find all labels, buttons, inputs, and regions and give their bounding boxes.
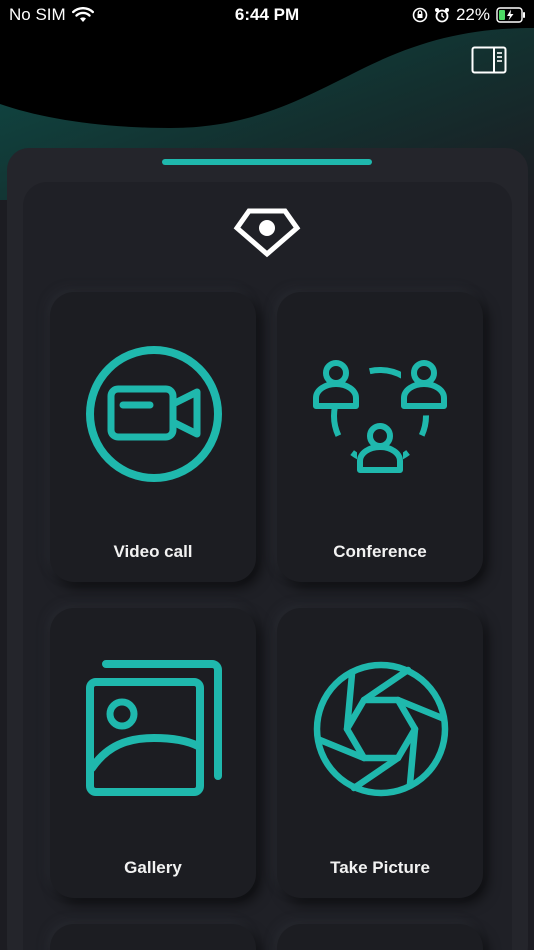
status-bar: No SIM 6:44 PM 22% [0, 0, 534, 30]
take-picture-tile[interactable]: Take Picture [277, 608, 483, 898]
conference-tile[interactable]: Conference [277, 292, 483, 582]
camera-aperture-icon [313, 661, 449, 797]
screen: No SIM 6:44 PM 22% Video call Conference… [0, 0, 534, 950]
sidebar-toggle-icon [471, 46, 507, 74]
sidebar-toggle-button[interactable] [471, 46, 507, 74]
drag-handle[interactable] [162, 159, 372, 165]
rotation-lock-icon [412, 7, 428, 23]
tile-label: Video call [113, 542, 193, 561]
gallery-images-icon [86, 660, 222, 796]
video-camera-icon [86, 346, 222, 482]
status-right: 22% [412, 5, 526, 25]
tile-label: Take Picture [330, 858, 430, 877]
battery-charging-icon [496, 7, 525, 23]
eye-diamond-icon [233, 208, 301, 258]
tile-label: Gallery [124, 858, 182, 877]
next-tile-right[interactable] [277, 924, 483, 950]
next-tile-left[interactable] [50, 924, 256, 950]
battery-percent: 22% [455, 5, 490, 24]
gallery-tile[interactable]: Gallery [50, 608, 256, 898]
group-people-icon [313, 360, 447, 474]
video-call-tile[interactable]: Video call [50, 292, 256, 582]
tile-label: Conference [333, 542, 427, 561]
alarm-icon [434, 8, 449, 23]
